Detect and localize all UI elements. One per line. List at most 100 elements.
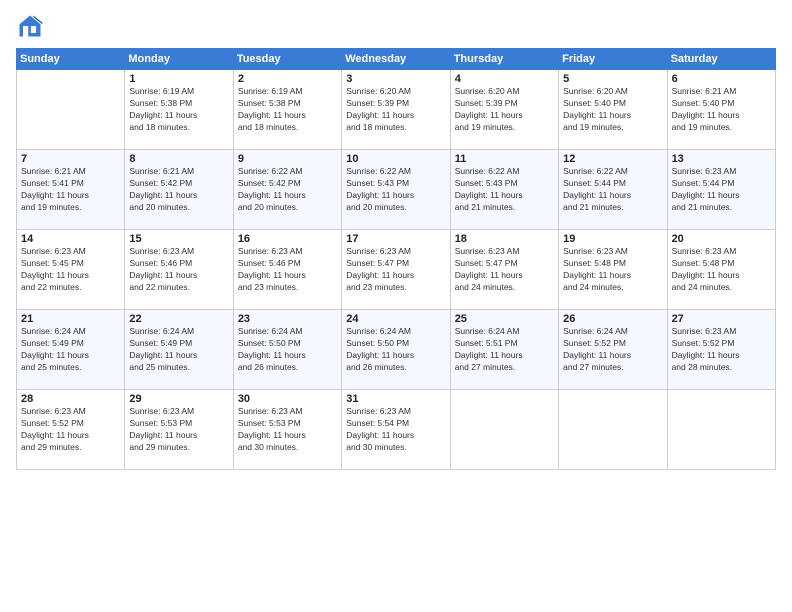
day-number: 10 [346,153,445,165]
header-cell-wednesday: Wednesday [342,49,450,70]
day-cell: 26Sunrise: 6:24 AM Sunset: 5:52 PM Dayli… [559,310,667,390]
day-number: 19 [563,233,662,245]
day-info: Sunrise: 6:23 AM Sunset: 5:52 PM Dayligh… [672,326,771,374]
day-cell [559,390,667,470]
day-info: Sunrise: 6:19 AM Sunset: 5:38 PM Dayligh… [129,86,228,134]
day-number: 9 [238,153,337,165]
day-cell: 8Sunrise: 6:21 AM Sunset: 5:42 PM Daylig… [125,150,233,230]
day-cell: 6Sunrise: 6:21 AM Sunset: 5:40 PM Daylig… [667,70,775,150]
day-number: 30 [238,393,337,405]
day-cell: 4Sunrise: 6:20 AM Sunset: 5:39 PM Daylig… [450,70,558,150]
day-info: Sunrise: 6:21 AM Sunset: 5:42 PM Dayligh… [129,166,228,214]
header [16,12,776,40]
day-info: Sunrise: 6:23 AM Sunset: 5:47 PM Dayligh… [346,246,445,294]
day-number: 29 [129,393,228,405]
week-row-1: 1Sunrise: 6:19 AM Sunset: 5:38 PM Daylig… [17,70,776,150]
day-number: 16 [238,233,337,245]
day-info: Sunrise: 6:24 AM Sunset: 5:50 PM Dayligh… [238,326,337,374]
day-cell: 23Sunrise: 6:24 AM Sunset: 5:50 PM Dayli… [233,310,341,390]
day-cell: 30Sunrise: 6:23 AM Sunset: 5:53 PM Dayli… [233,390,341,470]
day-cell: 16Sunrise: 6:23 AM Sunset: 5:46 PM Dayli… [233,230,341,310]
week-row-2: 7Sunrise: 6:21 AM Sunset: 5:41 PM Daylig… [17,150,776,230]
day-cell: 5Sunrise: 6:20 AM Sunset: 5:40 PM Daylig… [559,70,667,150]
day-info: Sunrise: 6:24 AM Sunset: 5:50 PM Dayligh… [346,326,445,374]
day-number: 24 [346,313,445,325]
day-info: Sunrise: 6:21 AM Sunset: 5:40 PM Dayligh… [672,86,771,134]
day-number: 21 [21,313,120,325]
day-info: Sunrise: 6:24 AM Sunset: 5:49 PM Dayligh… [21,326,120,374]
day-number: 18 [455,233,554,245]
day-number: 8 [129,153,228,165]
day-number: 6 [672,73,771,85]
day-number: 27 [672,313,771,325]
day-cell: 3Sunrise: 6:20 AM Sunset: 5:39 PM Daylig… [342,70,450,150]
day-info: Sunrise: 6:20 AM Sunset: 5:39 PM Dayligh… [455,86,554,134]
day-number: 7 [21,153,120,165]
day-info: Sunrise: 6:24 AM Sunset: 5:52 PM Dayligh… [563,326,662,374]
day-number: 1 [129,73,228,85]
day-info: Sunrise: 6:24 AM Sunset: 5:49 PM Dayligh… [129,326,228,374]
day-number: 14 [21,233,120,245]
day-cell: 20Sunrise: 6:23 AM Sunset: 5:48 PM Dayli… [667,230,775,310]
day-cell: 27Sunrise: 6:23 AM Sunset: 5:52 PM Dayli… [667,310,775,390]
header-cell-sunday: Sunday [17,49,125,70]
day-number: 17 [346,233,445,245]
day-number: 11 [455,153,554,165]
day-info: Sunrise: 6:23 AM Sunset: 5:54 PM Dayligh… [346,406,445,454]
header-cell-tuesday: Tuesday [233,49,341,70]
day-info: Sunrise: 6:23 AM Sunset: 5:53 PM Dayligh… [238,406,337,454]
calendar-page: SundayMondayTuesdayWednesdayThursdayFrid… [0,0,792,612]
day-cell: 17Sunrise: 6:23 AM Sunset: 5:47 PM Dayli… [342,230,450,310]
day-cell: 18Sunrise: 6:23 AM Sunset: 5:47 PM Dayli… [450,230,558,310]
header-row: SundayMondayTuesdayWednesdayThursdayFrid… [17,49,776,70]
day-number: 12 [563,153,662,165]
day-cell: 24Sunrise: 6:24 AM Sunset: 5:50 PM Dayli… [342,310,450,390]
week-row-4: 21Sunrise: 6:24 AM Sunset: 5:49 PM Dayli… [17,310,776,390]
day-cell: 15Sunrise: 6:23 AM Sunset: 5:46 PM Dayli… [125,230,233,310]
day-info: Sunrise: 6:19 AM Sunset: 5:38 PM Dayligh… [238,86,337,134]
day-cell: 7Sunrise: 6:21 AM Sunset: 5:41 PM Daylig… [17,150,125,230]
day-info: Sunrise: 6:23 AM Sunset: 5:47 PM Dayligh… [455,246,554,294]
header-cell-thursday: Thursday [450,49,558,70]
day-cell [667,390,775,470]
logo-icon [16,12,44,40]
day-cell [17,70,125,150]
day-cell: 14Sunrise: 6:23 AM Sunset: 5:45 PM Dayli… [17,230,125,310]
day-cell: 11Sunrise: 6:22 AM Sunset: 5:43 PM Dayli… [450,150,558,230]
day-cell: 1Sunrise: 6:19 AM Sunset: 5:38 PM Daylig… [125,70,233,150]
day-info: Sunrise: 6:23 AM Sunset: 5:46 PM Dayligh… [238,246,337,294]
day-info: Sunrise: 6:24 AM Sunset: 5:51 PM Dayligh… [455,326,554,374]
header-cell-saturday: Saturday [667,49,775,70]
day-info: Sunrise: 6:22 AM Sunset: 5:42 PM Dayligh… [238,166,337,214]
week-row-5: 28Sunrise: 6:23 AM Sunset: 5:52 PM Dayli… [17,390,776,470]
day-number: 31 [346,393,445,405]
day-cell: 12Sunrise: 6:22 AM Sunset: 5:44 PM Dayli… [559,150,667,230]
day-number: 4 [455,73,554,85]
day-cell: 10Sunrise: 6:22 AM Sunset: 5:43 PM Dayli… [342,150,450,230]
day-info: Sunrise: 6:20 AM Sunset: 5:40 PM Dayligh… [563,86,662,134]
day-info: Sunrise: 6:22 AM Sunset: 5:44 PM Dayligh… [563,166,662,214]
day-cell: 31Sunrise: 6:23 AM Sunset: 5:54 PM Dayli… [342,390,450,470]
day-cell: 19Sunrise: 6:23 AM Sunset: 5:48 PM Dayli… [559,230,667,310]
day-number: 5 [563,73,662,85]
day-number: 25 [455,313,554,325]
day-cell [450,390,558,470]
day-info: Sunrise: 6:23 AM Sunset: 5:52 PM Dayligh… [21,406,120,454]
day-info: Sunrise: 6:23 AM Sunset: 5:48 PM Dayligh… [672,246,771,294]
day-cell: 21Sunrise: 6:24 AM Sunset: 5:49 PM Dayli… [17,310,125,390]
day-cell: 2Sunrise: 6:19 AM Sunset: 5:38 PM Daylig… [233,70,341,150]
day-info: Sunrise: 6:22 AM Sunset: 5:43 PM Dayligh… [455,166,554,214]
day-number: 22 [129,313,228,325]
day-cell: 9Sunrise: 6:22 AM Sunset: 5:42 PM Daylig… [233,150,341,230]
day-info: Sunrise: 6:20 AM Sunset: 5:39 PM Dayligh… [346,86,445,134]
day-cell: 25Sunrise: 6:24 AM Sunset: 5:51 PM Dayli… [450,310,558,390]
day-info: Sunrise: 6:23 AM Sunset: 5:46 PM Dayligh… [129,246,228,294]
day-number: 23 [238,313,337,325]
day-info: Sunrise: 6:23 AM Sunset: 5:48 PM Dayligh… [563,246,662,294]
day-number: 2 [238,73,337,85]
week-row-3: 14Sunrise: 6:23 AM Sunset: 5:45 PM Dayli… [17,230,776,310]
day-number: 26 [563,313,662,325]
day-cell: 22Sunrise: 6:24 AM Sunset: 5:49 PM Dayli… [125,310,233,390]
header-cell-monday: Monday [125,49,233,70]
calendar-header: SundayMondayTuesdayWednesdayThursdayFrid… [17,49,776,70]
